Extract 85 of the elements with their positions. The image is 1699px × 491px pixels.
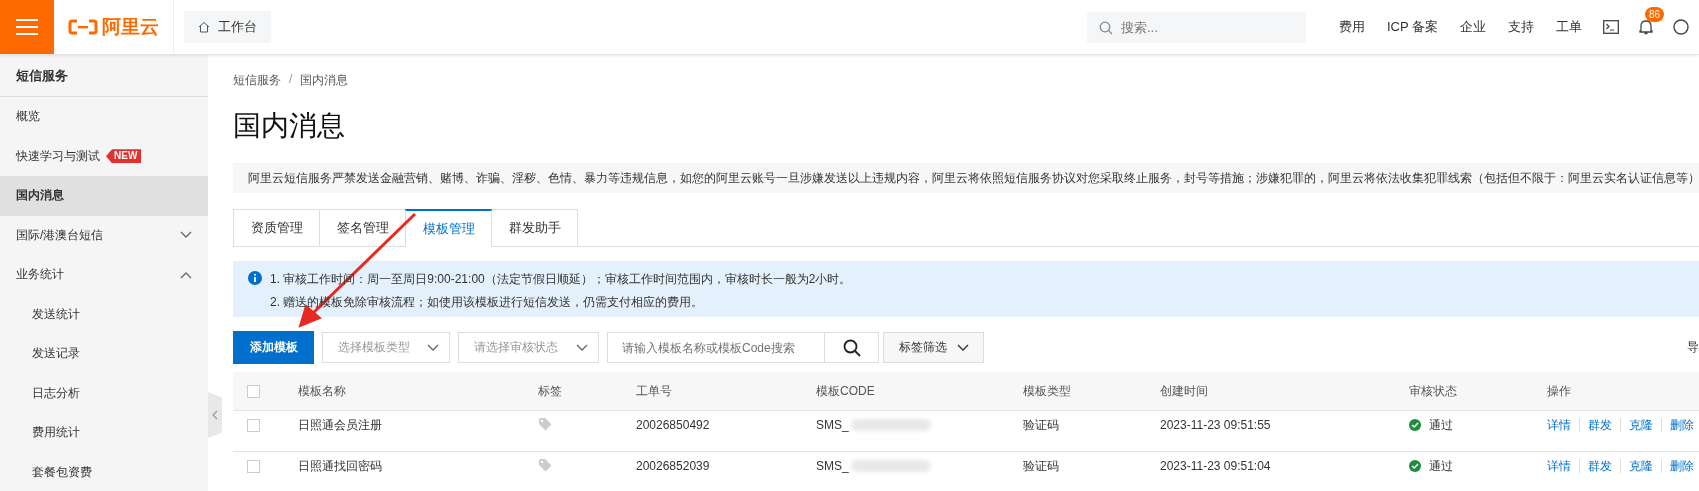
bell-icon[interactable]	[1639, 19, 1653, 35]
sidebar-item[interactable]: 国内消息	[0, 176, 208, 216]
workbench-button[interactable]: 工作台	[184, 11, 271, 43]
sidebar-item[interactable]: 快速学习与测试 NEW	[0, 136, 208, 176]
breadcrumb-item: 国内消息	[300, 72, 349, 89]
chevron-icon	[212, 410, 218, 420]
sidebar-title: 短信服务	[0, 55, 208, 97]
column-header: 模板CODE	[816, 382, 876, 400]
info-icon	[248, 271, 262, 285]
menu-icon	[16, 18, 38, 36]
tag-icon[interactable]	[538, 416, 552, 431]
terminal-icon[interactable]	[1603, 20, 1619, 34]
column-header: 标签	[538, 382, 563, 400]
action-link[interactable]: 详情	[1547, 418, 1579, 433]
table-cell-text: 日照通会员注册	[298, 416, 383, 434]
template-search-field[interactable]: 请输入模板名称或模板Code搜索	[607, 332, 825, 363]
column-header: 审核状态	[1409, 382, 1458, 400]
sidebar-item[interactable]: 日志分析	[0, 373, 208, 413]
table-cell-text: 验证码	[1023, 457, 1060, 475]
chevron-icon	[956, 343, 969, 352]
table-cell-text: 验证码	[1023, 416, 1060, 434]
table-cell-text: 日照通找回密码	[298, 457, 383, 475]
action-link[interactable]: 克隆	[1620, 418, 1661, 433]
chevron-icon	[180, 231, 192, 240]
tab[interactable]: 模板管理	[405, 209, 492, 247]
chevron-icon	[576, 343, 588, 352]
table-cell-text: 20026852039	[636, 459, 711, 474]
action-link[interactable]: 群发	[1579, 418, 1620, 433]
nav-link[interactable]: 企业	[1449, 18, 1497, 36]
action-link[interactable]: 详情	[1547, 459, 1579, 474]
column-header: 操作	[1547, 382, 1572, 400]
tab[interactable]: 群发助手	[491, 209, 578, 246]
chevron-icon	[180, 270, 192, 279]
help-icon[interactable]	[1673, 19, 1689, 35]
row-checkbox[interactable]	[247, 418, 260, 432]
nav-link[interactable]: 费用	[1327, 18, 1376, 36]
sidebar-item[interactable]: 概览	[0, 97, 208, 137]
chevron-icon	[427, 343, 439, 352]
action-link[interactable]: 删除	[1661, 459, 1699, 474]
tab[interactable]: 资质管理	[233, 209, 320, 246]
add-template-button[interactable]: 添加模板	[233, 331, 314, 364]
tag-filter-button[interactable]: 标签筛选	[883, 332, 984, 363]
notice-banner: 阿里云短信服务严禁发送金融营销、赌博、诈骗、淫秽、色情、暴力等违规信息，如您的阿里云账号一旦涉嫌发送以上违规内容，阿里云将依照短信服务协议对您采取终止服务，封号等措施；涉嫌犯罪的，阿里云将依法收集犯罪线索（包括但不限于：阿里云实名认证信息等）	[233, 163, 1699, 193]
column-header: 创建时间	[1160, 382, 1209, 400]
search-input[interactable]: 搜索...	[1086, 11, 1306, 43]
check-circle-icon	[1409, 460, 1421, 473]
column-header: 工单号	[636, 382, 673, 400]
sidebar-item[interactable]: 费用统计	[0, 413, 208, 453]
nav-link[interactable]: 支持	[1497, 18, 1545, 36]
tag-icon[interactable]	[538, 457, 552, 472]
menu-button[interactable]	[0, 0, 54, 54]
collapse-button[interactable]	[208, 392, 222, 438]
page-title: 国内消息	[233, 109, 346, 143]
new-badge: NEW	[106, 149, 142, 164]
nav-link[interactable]: 工单	[1545, 18, 1593, 36]
search-icon	[842, 338, 861, 357]
status-text: 通过	[1429, 416, 1453, 434]
action-link[interactable]: 群发	[1579, 459, 1620, 474]
table-cell-text: 2023-11-23 09:51:04	[1160, 459, 1272, 474]
logo-icon	[68, 19, 98, 35]
status-text: 通过	[1429, 457, 1453, 475]
table-cell: SMS_	[816, 418, 849, 433]
brand-name: 阿里云	[102, 15, 159, 39]
nav-link[interactable]: ICP 备案	[1375, 18, 1449, 36]
action-link[interactable]: 克隆	[1620, 459, 1661, 474]
column-header: 模板类型	[1023, 382, 1072, 400]
table-cell-text: 20026850492	[636, 418, 711, 433]
table-cell: SMS_	[816, 459, 849, 474]
sidebar-item[interactable]: 发送记录	[0, 334, 208, 374]
notification-badge: 86	[1645, 7, 1665, 22]
home-icon	[198, 21, 210, 33]
sidebar-item[interactable]: 国际/港澳台短信	[0, 215, 208, 255]
select-all-checkbox[interactable]	[247, 384, 260, 398]
breadcrumb-item[interactable]: 短信服务	[233, 72, 281, 89]
column-header: 模板名称	[298, 382, 347, 400]
breadcrumb-separator: /	[289, 72, 293, 88]
row-checkbox[interactable]	[247, 459, 260, 473]
sidebar-item[interactable]: 业务统计	[0, 255, 208, 295]
check-circle-icon	[1409, 419, 1421, 432]
table-cell-text: 2023-11-23 09:51:55	[1160, 418, 1272, 433]
sidebar-item[interactable]: 套餐包资费	[0, 452, 208, 491]
sidebar-item[interactable]: 发送统计	[0, 294, 208, 334]
export-button[interactable]: 导	[1687, 339, 1699, 356]
action-link[interactable]: 删除	[1661, 418, 1699, 433]
search-button[interactable]	[825, 332, 879, 363]
